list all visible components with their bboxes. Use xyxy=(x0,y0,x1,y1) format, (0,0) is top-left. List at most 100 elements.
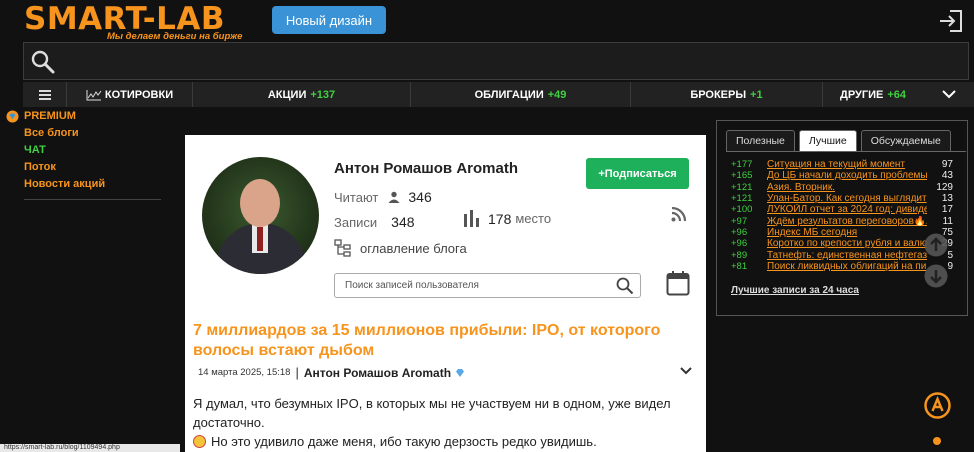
tab-discussed[interactable]: Обсуждаемые xyxy=(860,130,951,151)
nav-stocks-count: +137 xyxy=(310,88,336,101)
post-meta-separator: | xyxy=(295,365,299,380)
list-item: +97 Ждём результатов переговоров🔥А 11 xyxy=(731,215,953,227)
search-icon[interactable] xyxy=(30,49,56,75)
scroll-up-icon[interactable] xyxy=(924,233,948,257)
post-score: +89 xyxy=(731,249,748,261)
post-date: 14 марта 2025, 15:18 xyxy=(198,367,291,378)
list-item: +177 Ситуация на текущий момент 97 xyxy=(731,159,953,170)
menu-button[interactable] xyxy=(23,82,67,107)
post-link[interactable]: Улан-Батор. Как сегодня выглядит xyxy=(767,193,927,204)
post-link[interactable]: Коротко по крепости рубля и валю xyxy=(767,238,927,249)
post-link[interactable]: Поиск ликвидных облигаций на пи xyxy=(767,261,927,272)
tab-divider xyxy=(726,151,966,152)
emoji-icon xyxy=(193,435,206,448)
nav-others-count: +64 xyxy=(887,88,907,101)
scroll-down-icon[interactable] xyxy=(924,264,948,288)
calendar-icon[interactable] xyxy=(666,270,690,296)
list-item: +96 Коротко по крепости рубля и валю 29 xyxy=(731,238,953,249)
comment-count[interactable]: 43 xyxy=(927,170,953,181)
nav-quotes-label: КОТИРОВКИ xyxy=(104,88,174,101)
sidebar-item-stream[interactable]: Поток xyxy=(6,159,166,176)
posts-stat: Записи 348 xyxy=(334,214,415,230)
premium-icon xyxy=(6,110,19,123)
post-meta: 14 марта 2025, 15:18 | Антон Ромашов Aro… xyxy=(198,365,465,380)
readers-count[interactable]: 346 xyxy=(408,189,431,205)
sitemap-icon xyxy=(334,239,351,257)
rss-icon[interactable] xyxy=(671,207,686,222)
post-paragraph: Я думал, что безумных IPO, в которых мы … xyxy=(193,396,671,430)
nav-bonds[interactable]: ОБЛИГАЦИИ +49 xyxy=(411,82,631,107)
comment-count[interactable]: 97 xyxy=(927,159,953,170)
notification-dot[interactable] xyxy=(933,437,941,445)
post-body: Я думал, что безумных IPO, в которых мы … xyxy=(193,394,693,451)
comment-count[interactable]: 13 xyxy=(927,193,953,204)
post-link[interactable]: ЛУКОЙЛ отчет за 2024 год: дивиде xyxy=(767,204,927,215)
comment-count[interactable]: 17 xyxy=(927,204,953,215)
panel-tabs: Полезные Лучшие Обсуждаемые xyxy=(726,130,955,151)
posts-count[interactable]: 348 xyxy=(391,214,414,230)
subscribe-button[interactable]: +Подписаться xyxy=(586,158,689,189)
sidebar-item-stock-news[interactable]: Новости акций xyxy=(6,176,166,193)
post-title[interactable]: 7 миллиардов за 15 миллионов прибыли: IP… xyxy=(193,321,663,361)
left-sidebar: PREMIUM Все блоги ЧАТ Поток Новости акци… xyxy=(6,108,166,200)
site-tagline: Мы делаем деньги на бирже xyxy=(107,31,243,42)
comment-count[interactable]: 129 xyxy=(927,182,953,193)
post-paragraph-row: Но это удивило даже меня, ибо такую дерз… xyxy=(193,432,693,451)
blog-toc-link[interactable]: оглавление блога xyxy=(334,239,467,257)
post-score: +97 xyxy=(731,215,748,227)
nav-brokers-count: +1 xyxy=(750,88,763,101)
post-link[interactable]: Индекс МБ сегодня xyxy=(767,227,927,238)
sidebar-item-all-blogs[interactable]: Все блоги xyxy=(6,125,166,142)
main-nav: КОТИРОВКИ АКЦИИ +137 ОБЛИГАЦИИ +49 БРОКЕ… xyxy=(23,82,974,107)
list-item: +121 Азия. Вторник. 129 xyxy=(731,182,953,193)
list-item: +121 Улан-Батор. Как сегодня выглядит 13 xyxy=(731,193,953,204)
new-design-button[interactable]: Новый дизайн xyxy=(272,6,386,34)
nav-bonds-label: ОБЛИГАЦИИ xyxy=(474,88,544,101)
post-author[interactable]: Антон Ромашов Aromath xyxy=(304,366,451,380)
posts-label: Записи xyxy=(334,214,378,230)
rank-stat: 178 место xyxy=(463,210,551,227)
logout-icon[interactable] xyxy=(937,7,965,35)
post-score: +96 xyxy=(731,226,748,238)
top-bar: SMART-LAB Мы делаем деньги на бирже Новы… xyxy=(0,0,974,42)
comment-count[interactable]: 11 xyxy=(927,216,953,227)
list-item: +165 До ЦБ начали доходить проблемы 43 xyxy=(731,170,953,181)
best-24h-link[interactable]: Лучшие записи за 24 часа xyxy=(731,285,859,296)
post-link[interactable]: Татнефть: единственная нефтегазо xyxy=(767,250,927,261)
chart-line-icon xyxy=(86,89,102,100)
sidebar-item-premium[interactable]: PREMIUM xyxy=(6,108,166,125)
nav-others[interactable]: ДРУГИЕ +64 xyxy=(823,82,973,107)
avatar-tie xyxy=(257,227,263,251)
list-item: +81 Поиск ликвидных облигаций на пи 9 xyxy=(731,261,953,272)
user-posts-search-input[interactable] xyxy=(335,274,605,297)
tab-useful[interactable]: Полезные xyxy=(726,130,795,151)
post-link[interactable]: Ждём результатов переговоров🔥А xyxy=(767,216,927,227)
post-score: +81 xyxy=(731,260,748,272)
nav-quotes[interactable]: КОТИРОВКИ xyxy=(67,82,193,107)
sidebar-item-chat[interactable]: ЧАТ xyxy=(6,142,166,159)
user-posts-search xyxy=(334,273,641,298)
post-score: +121 xyxy=(731,181,753,193)
nav-stocks[interactable]: АКЦИИ +137 xyxy=(193,82,411,107)
post-link[interactable]: Азия. Вторник. xyxy=(767,182,927,193)
search-icon[interactable] xyxy=(616,277,634,295)
assistant-icon[interactable] xyxy=(924,392,951,419)
gem-icon xyxy=(456,368,465,377)
post-score: +100 xyxy=(731,204,753,216)
chevron-down-icon[interactable] xyxy=(680,366,692,376)
nav-brokers[interactable]: БРОКЕРЫ +1 xyxy=(631,82,823,107)
list-item: +96 Индекс МБ сегодня 75 xyxy=(731,227,953,238)
profile-name: Антон Ромашов Aromath xyxy=(334,160,518,177)
site-search-bar[interactable] xyxy=(23,42,969,80)
nav-bonds-count: +49 xyxy=(547,88,567,101)
post-score: +96 xyxy=(731,238,748,250)
tab-best[interactable]: Лучшие xyxy=(798,130,857,151)
post-link[interactable]: До ЦБ начали доходить проблемы xyxy=(767,170,927,181)
post-paragraph: Но это удивило даже меня, ибо такую дерз… xyxy=(211,434,597,449)
blog-toc-label: оглавление блога xyxy=(360,240,467,256)
avatar[interactable] xyxy=(202,157,319,274)
post-link[interactable]: Ситуация на текущий момент xyxy=(767,159,927,170)
bar-chart-icon xyxy=(464,210,479,227)
chevron-down-icon[interactable] xyxy=(942,90,956,99)
list-item: +89 Татнефть: единственная нефтегазо 5 xyxy=(731,249,953,261)
